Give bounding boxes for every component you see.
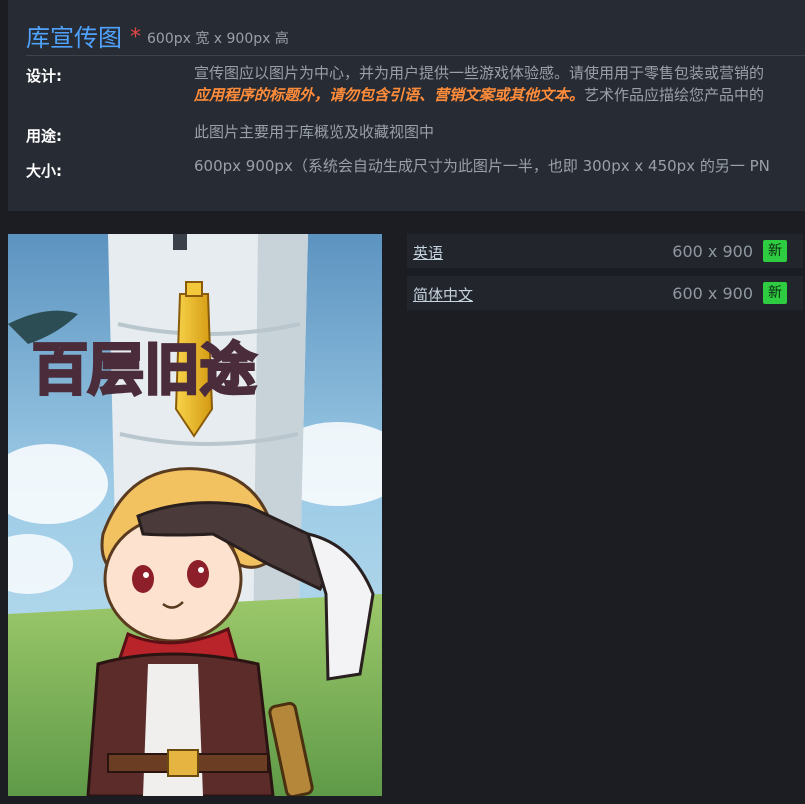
design-line-1: 宣传图应以图片为中心，并为用户提供一些游戏体验感。请使用用于零售包装或营销的 — [194, 64, 765, 82]
image-size-english: 600 x 900 — [672, 242, 753, 261]
size-value: 600px 900px（系统会自动生成尺寸为此图片一半，也即 300px x 4… — [194, 157, 770, 175]
design-label: 设计: — [26, 67, 62, 85]
usage-label: 用途: — [26, 127, 62, 145]
new-badge-english: 新 — [763, 240, 787, 262]
usage-value: 此图片主要用于库概览及收藏视图中 — [194, 123, 435, 141]
design-emphasis-text: 应用程序的标题外，请勿包含引语、营销文案或其他文本。 — [194, 86, 585, 104]
design-line-2: 应用程序的标题外，请勿包含引语、营销文案或其他文本。艺术作品应描绘您产品中的 — [194, 84, 805, 106]
design-line-2-rest: 艺术作品应描绘您产品中的 — [584, 86, 765, 104]
language-row-simplified-chinese[interactable]: 简体中文 600 x 900 新 — [407, 276, 803, 310]
header-divider — [26, 55, 805, 56]
panel-title: 库宣传图 — [26, 24, 122, 52]
image-size-simplified-chinese: 600 x 900 — [672, 284, 753, 303]
language-link-simplified-chinese[interactable]: 简体中文 — [413, 284, 473, 305]
panel-header: 库宣传图 * 600px 宽 x 900px 高 — [26, 18, 289, 53]
library-hero-artwork: 百层旧途 — [8, 234, 382, 796]
design-description: 宣传图应以图片为中心，并为用户提供一些游戏体验感。请使用用于零售包装或营销的 应… — [194, 62, 805, 106]
required-mark: * — [130, 25, 141, 50]
artwork-illustration: 百层旧途 — [8, 234, 382, 796]
artwork-logo-text: 百层旧途 — [32, 338, 256, 403]
dimensions-note: 600px 宽 x 900px 高 — [147, 31, 289, 47]
new-badge-simplified-chinese: 新 — [763, 282, 787, 304]
language-row-english[interactable]: 英语 600 x 900 新 — [407, 234, 803, 268]
size-label: 大小: — [26, 162, 62, 180]
library-hero-info-panel: 库宣传图 * 600px 宽 x 900px 高 设计: 宣传图应以图片为中心，并为… — [8, 0, 805, 211]
language-link-english[interactable]: 英语 — [413, 242, 443, 263]
